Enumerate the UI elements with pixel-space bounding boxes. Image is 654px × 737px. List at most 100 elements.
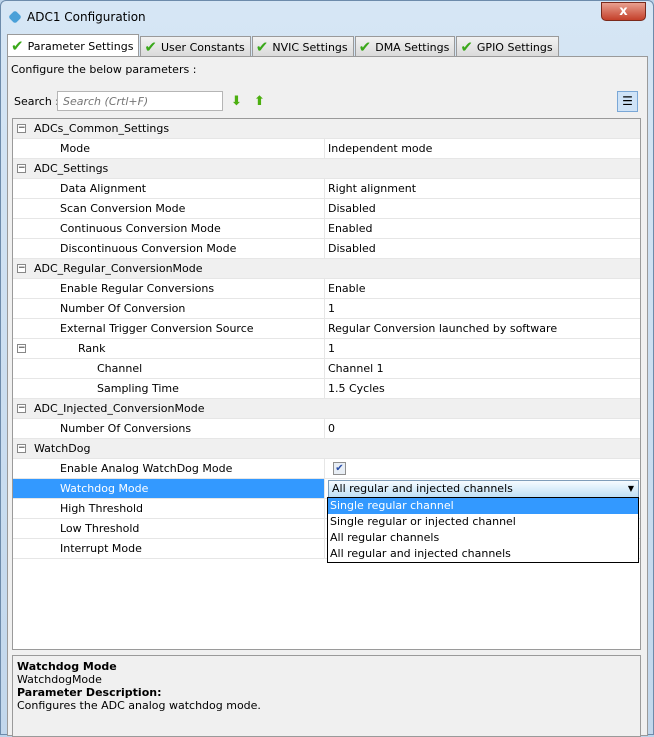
column-divider [324, 279, 325, 298]
dropdown-option[interactable]: All regular and injected channels [328, 546, 638, 562]
table-row[interactable]: Enable Regular Conversions Enable [13, 279, 640, 299]
tab-user-constants[interactable]: ✔ User Constants [140, 36, 251, 57]
group-row[interactable]: − ADC_Regular_ConversionMode [13, 259, 640, 279]
tab-label: NVIC Settings [272, 40, 348, 54]
table-row[interactable]: Watchdog Mode All regular and injected ch… [13, 479, 640, 499]
tab-nvic-settings[interactable]: ✔ NVIC Settings [251, 36, 354, 57]
parameter-name: Data Alignment [60, 182, 147, 195]
parameter-name: ADC_Settings [34, 162, 109, 175]
parameter-value[interactable]: Enabled [328, 219, 372, 238]
column-divider [324, 319, 325, 338]
parameter-value[interactable]: 1 [328, 299, 335, 318]
parameter-name: Discontinuous Conversion Mode [60, 242, 237, 255]
tab-bar: ✔ Parameter Settings ✔ User Constants ✔ NVIC … [7, 34, 560, 57]
parameter-value[interactable]: Disabled [328, 199, 376, 218]
tab-gpio-settings[interactable]: ✔ GPIO Settings [456, 36, 559, 57]
column-divider [324, 539, 325, 558]
check-icon: ✔ [255, 37, 269, 56]
table-row[interactable]: − Rank 1 [13, 339, 640, 359]
parameter-name: ADCs_Common_Settings [34, 122, 170, 135]
parameter-value[interactable]: Channel 1 [328, 359, 384, 378]
parameter-name: Scan Conversion Mode [60, 202, 186, 215]
watchdog-mode-dropdown-list: Single regular channel Single regular or … [327, 497, 639, 563]
app-icon [8, 10, 22, 24]
table-row[interactable]: Scan Conversion Mode Disabled [13, 199, 640, 219]
parameter-name: External Trigger Conversion Source [60, 322, 254, 335]
tab-label: Parameter Settings [27, 39, 134, 53]
parameter-table: − ADCs_Common_Settings Mode Independent mod… [12, 118, 641, 650]
column-divider [324, 459, 325, 478]
parameter-settings-panel: Configure the below parameters : Search … [7, 56, 648, 737]
parameter-name: Low Threshold [60, 522, 140, 535]
table-row[interactable]: Number Of Conversions 0 [13, 419, 640, 439]
column-divider [324, 479, 325, 498]
parameter-name: Enable Analog WatchDog Mode [60, 462, 233, 475]
selected-value: All regular and injected channels [332, 482, 513, 495]
table-row[interactable]: Discontinuous Conversion Mode Disabled [13, 239, 640, 259]
list-view-icon[interactable]: ☰ [617, 91, 638, 112]
column-divider [324, 339, 325, 358]
group-row[interactable]: − ADCs_Common_Settings [13, 119, 640, 139]
parameter-value[interactable]: 1 [328, 339, 335, 358]
column-divider [324, 359, 325, 378]
dropdown-option[interactable]: All regular channels [328, 530, 638, 546]
parameter-value[interactable]: Disabled [328, 239, 376, 258]
tab-dma-settings[interactable]: ✔ DMA Settings [354, 36, 456, 57]
description-panel: Watchdog Mode WatchdogMode Parameter Des… [12, 655, 641, 737]
enable-watchdog-checkbox[interactable]: ✔ [333, 462, 346, 475]
parameter-name: Continuous Conversion Mode [60, 222, 221, 235]
description-title: Watchdog Mode [17, 660, 117, 673]
search-previous-icon[interactable]: ⬆ [254, 94, 265, 109]
search-input[interactable] [57, 91, 223, 111]
column-divider [324, 219, 325, 238]
parameter-value[interactable]: Regular Conversion launched by software [328, 319, 557, 338]
dropdown-option[interactable]: Single regular channel [328, 498, 638, 514]
close-button[interactable]: x [601, 2, 646, 21]
search-label: Search : [14, 95, 59, 108]
column-divider [324, 179, 325, 198]
check-icon: ✔ [358, 37, 372, 56]
search-next-icon[interactable]: ⬇ [231, 94, 242, 109]
parameter-value[interactable]: 1.5 Cycles [328, 379, 385, 398]
watchdog-mode-select[interactable]: All regular and injected channels ▼ [328, 480, 639, 498]
check-icon: ✔ [460, 37, 473, 56]
tab-parameter-settings[interactable]: ✔ Parameter Settings [7, 34, 140, 57]
parameter-value[interactable]: Right alignment [328, 179, 416, 198]
tab-label: GPIO Settings [476, 40, 553, 54]
group-row[interactable]: − ADC_Injected_ConversionMode [13, 399, 640, 419]
table-row[interactable]: Sampling Time 1.5 Cycles [13, 379, 640, 399]
tab-label: User Constants [161, 40, 245, 54]
column-divider [324, 299, 325, 318]
column-divider [324, 239, 325, 258]
parameter-name: Number Of Conversion [60, 302, 186, 315]
parameter-name: Mode [60, 142, 90, 155]
table-row[interactable]: Enable Analog WatchDog Mode ✔ [13, 459, 640, 479]
parameter-name: Interrupt Mode [60, 542, 142, 555]
group-row[interactable]: − WatchDog [13, 439, 640, 459]
parameter-value[interactable]: Independent mode [328, 139, 432, 158]
column-divider [324, 519, 325, 538]
adc1-configuration-window: ADC1 Configuration x ✔ Parameter Settings… [0, 0, 654, 737]
parameter-name: Watchdog Mode [13, 479, 324, 498]
table-row[interactable]: Channel Channel 1 [13, 359, 640, 379]
parameter-value[interactable]: 0 [328, 419, 335, 438]
title-bar: ADC1 Configuration [8, 7, 146, 27]
parameter-name: ADC_Injected_ConversionMode [34, 402, 205, 415]
column-divider [324, 419, 325, 438]
column-divider [324, 379, 325, 398]
check-icon: ✔ [144, 37, 157, 56]
column-divider [324, 139, 325, 158]
column-divider [324, 199, 325, 218]
parameter-name: Number Of Conversions [60, 422, 192, 435]
parameter-value[interactable]: Enable [328, 279, 365, 298]
dropdown-option[interactable]: Single regular or injected channel [328, 514, 638, 530]
description-heading: Parameter Description: [17, 686, 162, 699]
group-row[interactable]: − ADC_Settings [13, 159, 640, 179]
table-row[interactable]: Continuous Conversion Mode Enabled [13, 219, 640, 239]
table-row[interactable]: Data Alignment Right alignment [13, 179, 640, 199]
table-row[interactable]: Number Of Conversion 1 [13, 299, 640, 319]
parameter-name: WatchDog [34, 442, 91, 455]
table-row[interactable]: Mode Independent mode [13, 139, 640, 159]
description-id: WatchdogMode [17, 673, 102, 686]
table-row[interactable]: External Trigger Conversion Source Regula… [13, 319, 640, 339]
